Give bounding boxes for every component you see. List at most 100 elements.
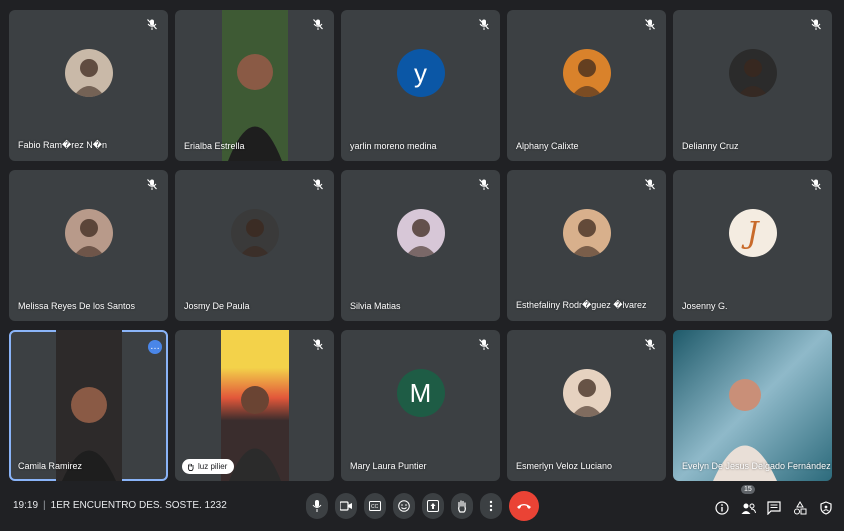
mic-off-indicator <box>642 18 658 34</box>
captions-icon: CC <box>369 501 381 511</box>
participant-grid: Fabio Ram�rez N�n Erialba Estrella y yarlin… <box>9 10 835 482</box>
participant-avatar <box>562 209 611 258</box>
emoji-icon <box>398 500 410 512</box>
participant-name: Evelyn De Jesus Delgado Fernández <box>682 461 831 471</box>
participant-avatar: J <box>728 209 777 258</box>
participant-tile[interactable]: J Josenny G. <box>673 170 832 321</box>
participant-avatar <box>64 49 113 98</box>
participant-name-chip: luz pilier <box>182 459 235 474</box>
participant-name: Alphany Calixte <box>516 141 579 151</box>
present-button[interactable] <box>422 493 444 519</box>
participant-tile[interactable]: Alphany Calixte <box>507 10 666 161</box>
svg-text:CC: CC <box>371 504 379 510</box>
participant-video <box>55 330 122 481</box>
right-tools: 15 <box>714 485 834 516</box>
profile-photo-icon <box>736 59 769 98</box>
participant-avatar <box>64 209 113 258</box>
microphone-icon <box>312 500 322 512</box>
participant-video <box>220 330 289 481</box>
profile-photo-icon <box>570 59 603 98</box>
mic-off-indicator <box>310 178 326 194</box>
participant-tile[interactable]: Delianny Cruz <box>673 10 832 161</box>
bottom-bar: 19:19 | 1ER ENCUENTRO DES. SOSTE. 1232 CC <box>0 485 844 531</box>
participant-tile[interactable]: Erialba Estrella <box>175 10 334 161</box>
mic-off-icon <box>479 337 489 355</box>
mic-off-indicator <box>808 178 824 194</box>
meeting-title: 1ER ENCUENTRO DES. SOSTE. 1232 <box>50 500 227 511</box>
participant-tile[interactable]: Fabio Ram�rez N�n <box>9 10 168 161</box>
participant-avatar: y <box>396 49 445 98</box>
mic-off-icon <box>479 177 489 195</box>
participant-name: Erialba Estrella <box>184 141 245 151</box>
participant-count-badge: 15 <box>741 485 755 494</box>
avatar-logo: J <box>746 215 759 251</box>
people-button[interactable]: 15 <box>740 485 756 516</box>
mic-off-indicator <box>144 18 160 34</box>
captions-button[interactable]: CC <box>364 493 386 519</box>
participant-tile[interactable]: M Mary Laura Puntier <box>341 330 500 481</box>
microphone-button[interactable] <box>306 493 328 519</box>
participant-tile[interactable]: Melissa Reyes De los Santos <box>9 170 168 321</box>
participant-name: Delianny Cruz <box>682 141 739 151</box>
participant-name: yarlin moreno medina <box>350 141 437 151</box>
raise-hand-button[interactable] <box>451 493 473 519</box>
more-options-button[interactable] <box>480 493 502 519</box>
participant-tile[interactable]: … Camila Ramirez <box>9 330 168 481</box>
info-button[interactable] <box>714 500 730 516</box>
participant-name: Mary Laura Puntier <box>350 461 427 471</box>
participant-options-button[interactable]: … <box>148 340 162 354</box>
emoji-button[interactable] <box>393 493 415 519</box>
participant-tile[interactable]: Silvia Matias <box>341 170 500 321</box>
chat-icon <box>767 501 781 515</box>
activities-button[interactable] <box>792 500 808 516</box>
people-icon <box>741 503 756 514</box>
participant-tile[interactable]: y yarlin moreno medina <box>341 10 500 161</box>
activities-icon <box>794 501 807 515</box>
participant-tile[interactable]: luz pilier <box>175 330 334 481</box>
avatar-initial: y <box>414 57 427 88</box>
mic-off-indicator <box>642 338 658 354</box>
camera-icon <box>340 501 352 511</box>
avatar-initial: M <box>409 377 432 408</box>
end-call-button[interactable] <box>509 491 539 521</box>
call-controls: CC <box>306 491 539 521</box>
participant-video <box>221 10 288 161</box>
mic-off-indicator <box>476 178 492 194</box>
participant-tile[interactable]: Esmerlyn Veloz Luciano <box>507 330 666 481</box>
mic-off-icon <box>645 17 655 35</box>
chat-button[interactable] <box>766 500 782 516</box>
mic-off-icon <box>313 177 323 195</box>
participant-video <box>673 330 832 481</box>
mic-off-icon <box>313 17 323 35</box>
meeting-time: 19:19 <box>13 500 39 511</box>
end-call-icon <box>517 504 531 509</box>
info-icon <box>715 501 729 515</box>
video-person-icon <box>713 379 777 481</box>
video-person-icon <box>228 386 281 481</box>
participant-avatar <box>396 209 445 258</box>
participant-name: Melissa Reyes De los Santos <box>18 301 136 311</box>
participant-tile[interactable]: Josmy De Paula <box>175 170 334 321</box>
profile-photo-icon <box>570 219 603 258</box>
participant-name: Josenny G. <box>682 301 728 311</box>
participant-name: Silvia Matias <box>350 301 401 311</box>
more-icon: … <box>150 341 160 352</box>
participant-tile[interactable]: Evelyn De Jesus Delgado Fernández <box>673 330 832 481</box>
participant-name: Esmerlyn Veloz Luciano <box>516 461 613 471</box>
more-options-icon <box>489 500 493 512</box>
camera-button[interactable] <box>335 493 357 519</box>
separator: | <box>43 500 46 511</box>
video-person-icon <box>61 387 116 481</box>
participant-tile[interactable]: Esthefaliny Rodr�guez �lvarez <box>507 170 666 321</box>
mic-off-icon <box>645 337 655 355</box>
mic-off-indicator <box>808 18 824 34</box>
host-controls-icon <box>820 501 832 515</box>
profile-photo-icon <box>72 59 105 98</box>
participant-name: Esthefaliny Rodr�guez �lvarez <box>516 300 647 310</box>
host-controls-button[interactable] <box>818 500 834 516</box>
participant-avatar <box>230 209 279 258</box>
mic-off-indicator <box>310 338 326 354</box>
mic-off-indicator <box>144 178 160 194</box>
participant-avatar <box>562 369 611 418</box>
participant-name: luz pilier <box>198 462 228 471</box>
